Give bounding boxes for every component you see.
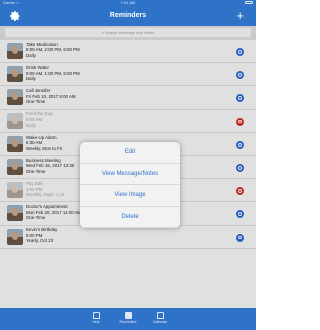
menu-item-delete[interactable]: Delete <box>80 207 180 228</box>
action-menu: EditView Message/NotesView ImageDeleteCl… <box>80 142 180 228</box>
menu-item-view-image[interactable]: View Image <box>80 185 180 207</box>
tab-label: Help <box>92 320 100 324</box>
calendar-tab-icon <box>156 312 164 319</box>
tab-help[interactable]: Help <box>84 312 108 328</box>
page-title: Reminders <box>109 12 147 19</box>
tab-reminders[interactable]: Reminders <box>116 312 140 328</box>
help-tab-icon <box>92 312 100 319</box>
battery-icon <box>245 1 253 4</box>
navigation-bar: Reminders + <box>0 6 256 26</box>
reminders-tab-icon <box>124 312 132 319</box>
tab-calendar[interactable]: Calendar <box>148 312 172 328</box>
menu-item-view-message-notes[interactable]: View Message/Notes <box>80 164 180 185</box>
menu-item-edit[interactable]: Edit <box>80 142 180 164</box>
reminders-screen: Carrier ≈ 7:41 AM Reminders + ⌕ Search M… <box>0 0 256 330</box>
tab-label: Reminders <box>119 320 137 324</box>
tab-label: Calendar <box>152 320 168 324</box>
add-reminder-button[interactable]: + <box>236 8 244 24</box>
tab-bar: Help Reminders Calendar <box>0 308 256 330</box>
